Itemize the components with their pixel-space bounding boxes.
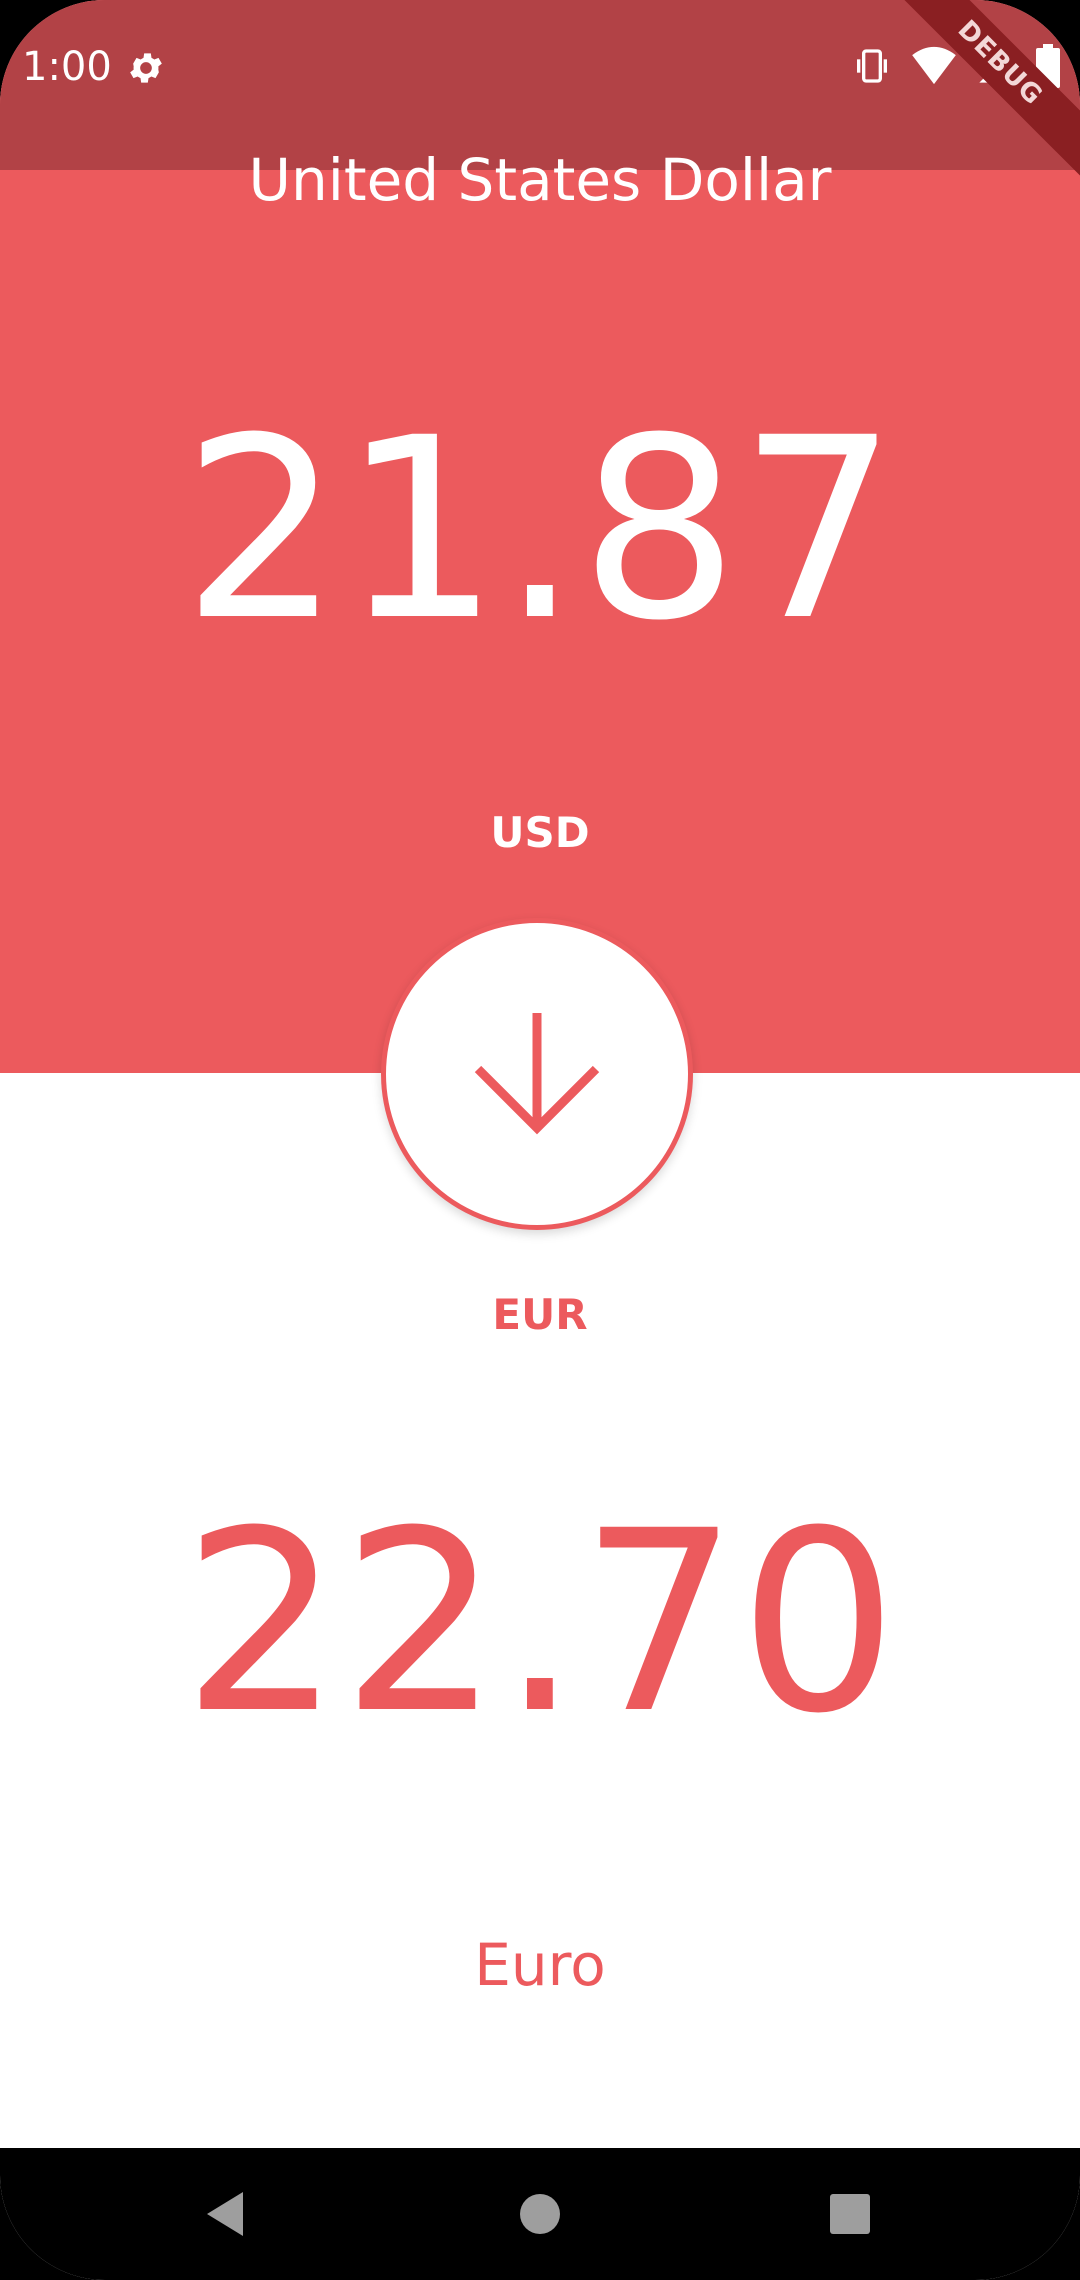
from-currency-name: United States Dollar — [248, 146, 832, 214]
to-currency-code: EUR — [492, 1290, 588, 1339]
recents-square-icon — [830, 2194, 870, 2234]
back-button[interactable] — [145, 2148, 305, 2280]
swap-button[interactable] — [381, 918, 693, 1230]
recents-button[interactable] — [770, 2148, 930, 2280]
navigation-bar — [0, 2148, 1080, 2280]
from-currency-code: USD — [490, 808, 590, 857]
home-circle-icon — [520, 2194, 560, 2234]
arrow-down-icon — [474, 1013, 600, 1135]
status-time: 1:00 — [22, 44, 112, 90]
to-currency-amount: 22.70 — [182, 1477, 898, 1768]
from-currency-amount[interactable]: 21.87 — [0, 385, 1080, 675]
app-screen: 1:00 DEBUG United States Dollar 21.87 US… — [0, 0, 1080, 2280]
back-triangle-icon — [207, 2192, 243, 2236]
to-currency-name[interactable]: Euro — [0, 1925, 1080, 2005]
wifi-icon — [912, 46, 956, 91]
vibrate-icon — [852, 46, 892, 91]
settings-icon — [126, 48, 166, 88]
home-button[interactable] — [460, 2148, 620, 2280]
